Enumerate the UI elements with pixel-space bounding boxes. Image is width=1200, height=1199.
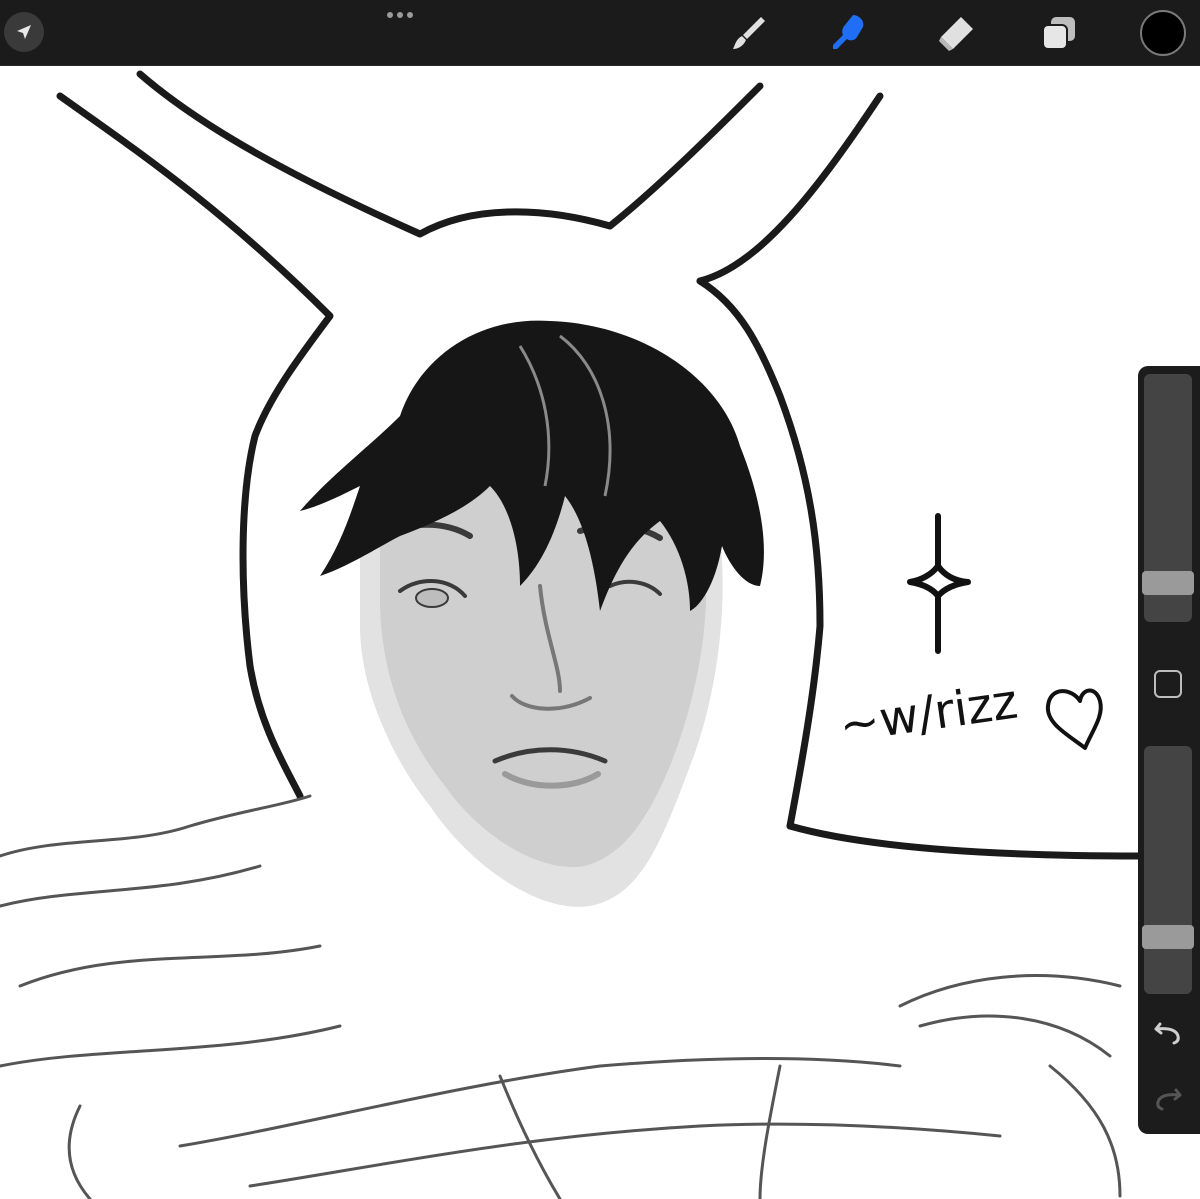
layers-button[interactable] [1036,10,1082,56]
smudge-tool-button[interactable] [826,10,872,56]
eraser-icon [939,17,973,51]
brush-tool-button[interactable] [726,10,772,56]
modify-square-icon[interactable] [1154,670,1182,698]
more-options-button[interactable] [380,6,420,26]
brush-opacity-thumb[interactable] [1142,925,1194,950]
heart-doodle [1045,688,1103,750]
redo-button[interactable] [1152,1084,1184,1114]
actions-button[interactable] [4,12,44,52]
undo-icon [1154,1022,1180,1045]
right-sidebar [1138,366,1200,1134]
drawing-canvas[interactable]: ~w/rizz [0,66,1200,1199]
arrow-cursor-icon [17,25,31,39]
artwork: ~w/rizz [0,70,1144,1199]
smudge-icon [833,15,864,49]
color-swatch-button[interactable] [1140,10,1186,56]
ellipsis-icon [387,12,413,18]
eraser-tool-button[interactable] [932,10,978,56]
brush-size-thumb[interactable] [1142,571,1194,596]
sparkle-doodle [907,513,971,654]
undo-button[interactable] [1152,1018,1184,1048]
redo-icon [1156,1088,1182,1111]
top-toolbar [0,0,1200,66]
brush-icon [733,17,765,49]
brush-opacity-slider[interactable] [1142,746,1194,994]
layers-icon [1042,17,1075,50]
brush-size-slider[interactable] [1142,374,1194,622]
handwritten-note: ~w/rizz [836,674,1021,754]
